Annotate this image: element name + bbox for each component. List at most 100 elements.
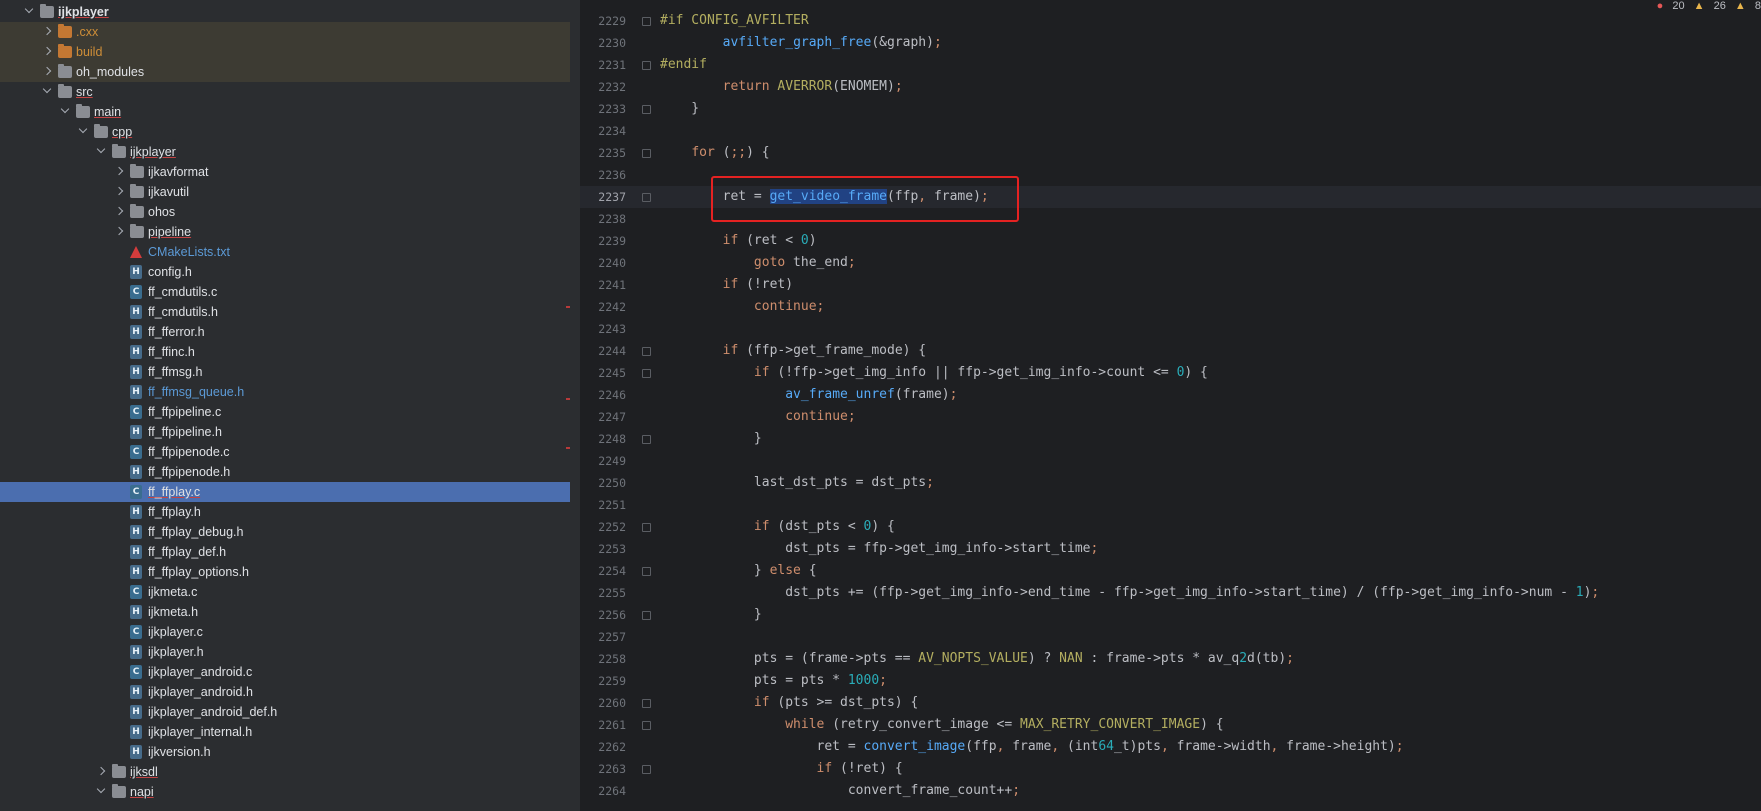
code-line[interactable]: ret = convert_image(ffp, frame, (int64_t… — [660, 736, 1404, 758]
tree-file[interactable]: Hff_ffplay.h — [0, 502, 570, 522]
code-line[interactable]: dst_pts = ffp->get_img_info->start_time; — [660, 538, 1098, 560]
tree-folder[interactable]: pipeline — [0, 222, 570, 242]
tree-file[interactable]: Hff_ffmsg.h — [0, 362, 570, 382]
chevron-down-icon[interactable] — [42, 84, 52, 94]
code-line[interactable]: return AVERROR(ENOMEM); — [660, 76, 903, 98]
chevron-right-icon[interactable] — [114, 186, 124, 196]
chevron-down-icon[interactable] — [78, 124, 88, 134]
chevron-right-icon[interactable] — [42, 26, 52, 36]
chevron-down-icon[interactable] — [24, 4, 34, 14]
code-line[interactable]: } else { — [660, 560, 817, 582]
code-line[interactable]: goto the_end; — [660, 252, 856, 274]
chevron-right-icon[interactable] — [42, 66, 52, 76]
tree-folder[interactable]: build — [0, 42, 570, 62]
tree-file[interactable]: Cff_ffpipeline.c — [0, 402, 570, 422]
tree-file[interactable]: Cijkmeta.c — [0, 582, 570, 602]
code-line[interactable]: if (ret < 0) — [660, 230, 817, 252]
tree-file[interactable]: Hijkplayer.h — [0, 642, 570, 662]
chevron-down-icon[interactable] — [60, 104, 70, 114]
code-line[interactable]: } — [660, 98, 699, 120]
tree-file[interactable]: Hff_ffmsg_queue.h — [0, 382, 570, 402]
tree-file[interactable]: Hff_ffpipenode.h — [0, 462, 570, 482]
tree-file[interactable]: Cijkplayer.c — [0, 622, 570, 642]
code-line[interactable]: if (dst_pts < 0) { — [660, 516, 895, 538]
tree-folder[interactable]: main — [0, 102, 570, 122]
tree-folder[interactable]: .cxx — [0, 22, 570, 42]
tree-file[interactable]: Hijkversion.h — [0, 742, 570, 762]
project-tree-pane: ijkplayer .cxx build oh_modules src main cpp ij… — [0, 0, 570, 811]
chevron-right-icon[interactable] — [114, 166, 124, 176]
code-line[interactable]: avfilter_graph_free(&graph); — [660, 32, 942, 54]
fold-toggle-icon[interactable] — [642, 17, 651, 26]
chevron-down-icon[interactable] — [96, 784, 106, 794]
code-line[interactable]: } — [660, 604, 762, 626]
tree-folder[interactable]: ijkavutil — [0, 182, 570, 202]
tree-file[interactable]: Hff_ffplay_debug.h — [0, 522, 570, 542]
tree-file[interactable]: Hff_ffpipeline.h — [0, 422, 570, 442]
code-area[interactable]: #if CONFIG_AVFILTER avfilter_graph_free(… — [660, 0, 1760, 811]
tree-file[interactable]: Cff_ffplay.c — [0, 482, 570, 502]
code-line[interactable]: if (!ffp->get_img_info || ffp->get_img_i… — [660, 362, 1208, 384]
chevron-right-icon[interactable] — [114, 206, 124, 216]
tree-file[interactable]: Hijkplayer_android.h — [0, 682, 570, 702]
fold-toggle-icon[interactable] — [642, 721, 651, 730]
fold-toggle-icon[interactable] — [642, 611, 651, 620]
code-line[interactable]: av_frame_unref(frame); — [660, 384, 957, 406]
code-line[interactable]: convert_frame_count++; — [660, 780, 1020, 802]
fold-toggle-icon[interactable] — [642, 105, 651, 114]
fold-toggle-icon[interactable] — [642, 567, 651, 576]
tree-file[interactable]: Cff_ffpipenode.c — [0, 442, 570, 462]
chevron-right-icon[interactable] — [96, 766, 106, 776]
chevron-right-icon[interactable] — [42, 46, 52, 56]
code-line[interactable]: for (;;) { — [660, 142, 769, 164]
tree-folder[interactable]: oh_modules — [0, 62, 570, 82]
code-line[interactable]: #endif — [660, 54, 707, 76]
fold-toggle-icon[interactable] — [642, 149, 651, 158]
fold-toggle-icon[interactable] — [642, 523, 651, 532]
fold-toggle-icon[interactable] — [642, 765, 651, 774]
code-line[interactable]: if (!ret) { — [660, 758, 903, 780]
tree-folder[interactable]: ohos — [0, 202, 570, 222]
tree-folder[interactable]: ijkplayer — [0, 142, 570, 162]
code-line[interactable]: if (ffp->get_frame_mode) { — [660, 340, 927, 362]
code-line[interactable]: continue; — [660, 296, 824, 318]
chevron-right-icon[interactable] — [114, 226, 124, 236]
code-line[interactable]: if (!ret) — [660, 274, 793, 296]
chevron-down-icon[interactable] — [96, 144, 106, 154]
tree-folder[interactable]: napi — [0, 782, 570, 802]
fold-toggle-icon[interactable] — [642, 193, 651, 202]
tree-file[interactable]: Cijkplayer_android.c — [0, 662, 570, 682]
fold-toggle-icon[interactable] — [642, 369, 651, 378]
code-editor[interactable]: 2229 2230 2231 2232 2233 2234 2235 2236 2237 2238… — [580, 0, 1761, 811]
tree-file[interactable]: Hff_ffinc.h — [0, 342, 570, 362]
code-line[interactable]: while (retry_convert_image <= MAX_RETRY_… — [660, 714, 1223, 736]
fold-toggle-icon[interactable] — [642, 347, 651, 356]
fold-toggle-icon[interactable] — [642, 61, 651, 70]
code-line[interactable]: dst_pts += (ffp->get_img_info->end_time … — [660, 582, 1599, 604]
code-line[interactable]: continue; — [660, 406, 855, 428]
tree-file[interactable]: Hff_fferror.h — [0, 322, 570, 342]
tree-file[interactable]: Hijkplayer_android_def.h — [0, 702, 570, 722]
inspection-status[interactable]: ● 20 ▲ 26 ▲ 8 — [1651, 0, 1761, 14]
tree-folder[interactable]: cpp — [0, 122, 570, 142]
code-line[interactable]: #if CONFIG_AVFILTER — [660, 10, 809, 32]
tree-folder[interactable]: ijksdl — [0, 762, 570, 782]
code-line[interactable]: pts = (frame->pts == AV_NOPTS_VALUE) ? N… — [660, 648, 1294, 670]
tree-file[interactable]: Hijkmeta.h — [0, 602, 570, 622]
fold-toggle-icon[interactable] — [642, 435, 651, 444]
tree-file[interactable]: Hconfig.h — [0, 262, 570, 282]
tree-file[interactable]: Hijkplayer_internal.h — [0, 722, 570, 742]
code-line[interactable]: pts = pts * 1000; — [660, 670, 887, 692]
tree-file[interactable]: Hff_ffplay_options.h — [0, 562, 570, 582]
code-line[interactable]: last_dst_pts = dst_pts; — [660, 472, 934, 494]
tree-folder[interactable]: ijkplayer — [0, 2, 570, 22]
tree-file[interactable]: Hff_ffplay_def.h — [0, 542, 570, 562]
tree-file[interactable]: CMakeLists.txt — [0, 242, 570, 262]
code-line[interactable]: } — [660, 428, 762, 450]
tree-folder[interactable]: ijkavformat — [0, 162, 570, 182]
fold-toggle-icon[interactable] — [642, 699, 651, 708]
tree-folder[interactable]: src — [0, 82, 570, 102]
code-line[interactable]: if (pts >= dst_pts) { — [660, 692, 918, 714]
tree-file[interactable]: Cff_cmdutils.c — [0, 282, 570, 302]
tree-file[interactable]: Hff_cmdutils.h — [0, 302, 570, 322]
